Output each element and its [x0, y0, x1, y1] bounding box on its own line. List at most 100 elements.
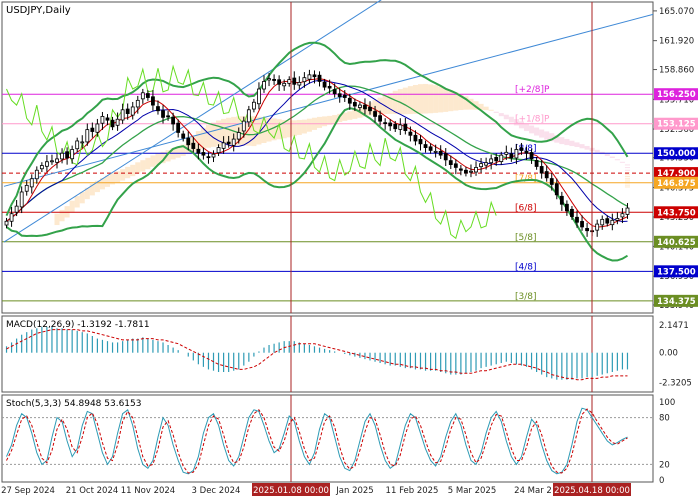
cloud-segment	[579, 144, 585, 149]
cloud-segment	[433, 85, 439, 113]
candle-body	[368, 106, 372, 112]
cloud-segment	[594, 149, 600, 153]
cloud-segment	[296, 119, 302, 135]
cloud-segment	[140, 160, 146, 172]
price-tag-label: 153.125	[657, 120, 696, 130]
candle-body	[398, 124, 403, 130]
cloud-segment	[135, 162, 141, 174]
cloud-segment	[145, 157, 151, 170]
candle-body	[161, 110, 165, 118]
candle-body	[221, 142, 226, 149]
candle-body	[474, 167, 478, 173]
candle-body	[378, 115, 383, 122]
cloud-segment	[624, 176, 630, 178]
candle-body	[464, 169, 468, 174]
cloud-segment	[609, 156, 615, 159]
candle-body	[514, 149, 519, 159]
price-tag-label: 140.625	[657, 238, 696, 248]
candle-body	[605, 218, 610, 224]
candle-body	[423, 144, 428, 148]
candle-body	[564, 203, 569, 212]
candle-body	[60, 152, 64, 160]
candle-body	[509, 153, 514, 159]
candle-body	[413, 134, 418, 142]
cloud-segment	[347, 111, 353, 120]
candle-body	[327, 85, 332, 89]
cloud-segment	[428, 84, 434, 114]
candle-body	[34, 169, 39, 180]
candle-body	[39, 165, 44, 170]
murrey-level-label: [7/8]	[515, 174, 537, 184]
candle-body	[448, 160, 453, 165]
candle-body	[418, 139, 423, 145]
candle-body	[312, 74, 317, 78]
cloud-segment	[624, 180, 630, 182]
candle-body	[292, 77, 297, 85]
usdjpy-chart-window: USDJPY,Daily 165.070 161.920 158.860 155.71…	[0, 0, 700, 500]
cloud-segment	[438, 86, 444, 113]
cloud-segment	[74, 196, 80, 208]
candle-body	[55, 158, 59, 163]
candle-body	[241, 120, 246, 132]
candle-body	[479, 163, 483, 168]
candle-body	[484, 162, 489, 166]
cloud-segment	[322, 116, 328, 127]
cloud-segment	[423, 83, 429, 114]
candle-body	[554, 183, 559, 196]
murrey-level-label: [3/8]	[515, 292, 537, 302]
candle-body	[125, 108, 130, 114]
cloud-segment	[150, 155, 156, 167]
price-tag-label: 150.000	[657, 149, 696, 159]
candle-body	[4, 220, 9, 226]
candle-body	[615, 218, 620, 221]
cloud-segment	[130, 164, 136, 177]
candle-body	[347, 97, 352, 104]
cloud-segment	[569, 140, 575, 147]
candle-body	[332, 89, 337, 95]
cloud-segment	[483, 106, 489, 111]
candle-body	[519, 147, 524, 151]
cloud-segment	[624, 178, 630, 180]
cloud-segment	[306, 118, 312, 132]
time-axis-label: 11 Feb 2025	[386, 486, 439, 496]
candle-body	[342, 94, 347, 98]
candle-body	[45, 161, 49, 167]
price-axis-label: 165.070	[659, 7, 694, 17]
candle-body	[272, 78, 276, 81]
candle-body	[539, 166, 544, 174]
candle-body	[130, 106, 135, 116]
candle-body	[216, 147, 221, 154]
time-axis-label: 3 Dec 2024	[192, 486, 241, 496]
cloud-segment	[79, 191, 85, 204]
candle-body	[549, 178, 554, 185]
cloud-segment	[614, 159, 620, 161]
price-tag-label: 146.875	[657, 179, 696, 189]
candle-body	[70, 149, 75, 160]
stoch-axis-label: 100	[659, 398, 675, 408]
candle-body	[231, 138, 236, 146]
candle-body	[524, 150, 529, 154]
candle-body	[29, 178, 34, 188]
price-axis-label: 161.920	[659, 37, 694, 47]
cloud-segment	[210, 122, 217, 147]
cloud-segment	[544, 131, 550, 140]
candle-body	[610, 219, 615, 226]
candle-body	[585, 228, 589, 232]
cloud-segment	[624, 184, 630, 186]
candle-body	[358, 104, 362, 108]
candle-body	[226, 141, 231, 145]
candle-body	[544, 171, 549, 179]
candle-body	[151, 96, 155, 106]
time-axis-label: 5 Mar 2025	[448, 486, 496, 496]
candle-body	[504, 151, 509, 155]
candle-body	[14, 205, 19, 213]
cloud-segment	[584, 145, 590, 150]
candle-body	[19, 191, 24, 208]
candle-body	[246, 109, 251, 123]
cloud-segment	[488, 109, 494, 111]
candle-body	[257, 88, 261, 105]
chart-canvas[interactable]: USDJPY,Daily 165.070161.920158.860155.71…	[0, 0, 700, 500]
candle-body	[534, 160, 539, 167]
candle-body	[373, 111, 377, 117]
candle-body	[186, 137, 191, 146]
